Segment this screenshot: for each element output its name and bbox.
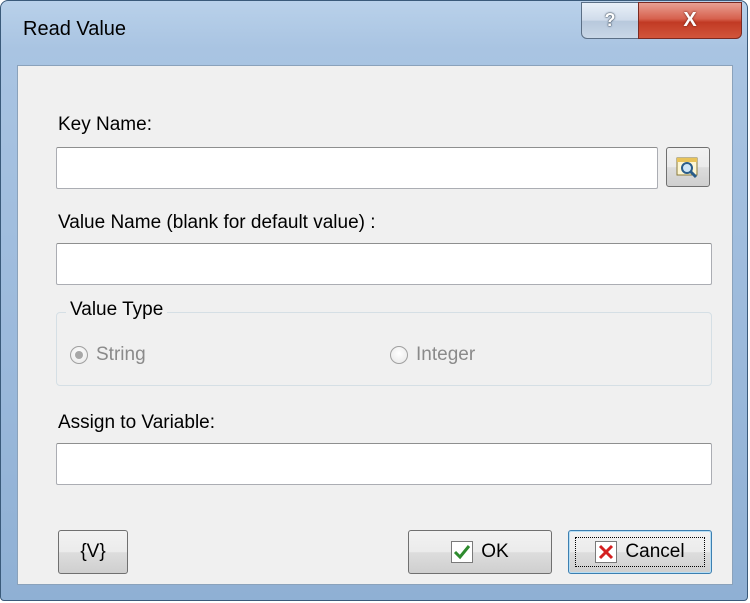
dialog-window: Read Value ? X Key Name: Value Name (bla…	[0, 0, 748, 601]
magnifier-browse-icon	[676, 157, 698, 179]
string-radio-label: String	[96, 344, 146, 365]
cancel-button[interactable]: Cancel	[568, 530, 712, 574]
key-name-input[interactable]	[56, 147, 658, 189]
ok-button[interactable]: OK	[408, 530, 552, 574]
key-name-label: Key Name:	[58, 114, 152, 135]
assign-variable-label: Assign to Variable:	[58, 412, 216, 433]
help-button[interactable]: ?	[581, 2, 639, 39]
dialog-client-area: Key Name: Value Name (blank for default …	[17, 65, 733, 585]
cancel-label: Cancel	[625, 541, 685, 562]
close-button[interactable]: X	[638, 2, 742, 39]
string-radio[interactable]	[70, 346, 88, 364]
value-name-label: Value Name (blank for default value) :	[58, 212, 376, 233]
checkmark-icon	[451, 541, 474, 563]
insert-variable-label: {V}	[80, 541, 106, 562]
insert-variable-button[interactable]: {V}	[58, 530, 128, 574]
radio-selected-dot	[75, 351, 83, 359]
assign-variable-input[interactable]	[56, 443, 712, 485]
close-icon: X	[683, 9, 697, 31]
integer-radio-label: Integer	[416, 344, 476, 365]
value-name-input[interactable]	[56, 243, 712, 285]
ok-label: OK	[481, 541, 509, 562]
value-type-group	[56, 312, 712, 386]
window-title: Read Value	[23, 18, 127, 40]
red-x-icon	[595, 541, 618, 563]
value-type-group-title: Value Type	[66, 299, 168, 321]
help-icon: ?	[604, 10, 616, 30]
integer-radio[interactable]	[390, 346, 408, 364]
browse-key-button[interactable]	[666, 147, 710, 187]
